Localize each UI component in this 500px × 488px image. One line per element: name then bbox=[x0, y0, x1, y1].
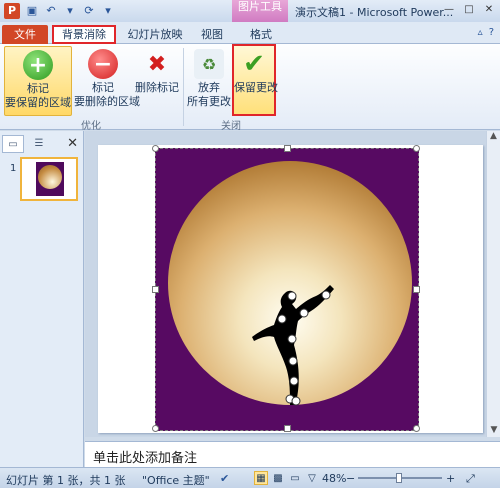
slides-tab-icon[interactable]: ▭ bbox=[2, 135, 24, 153]
outline-tab-icon[interactable]: ☰ bbox=[28, 135, 50, 153]
status-bar: 幻灯片 第 1 张，共 1 张 "Office 主题" ✔ ▦ ▩ ▭ ▽ 48… bbox=[0, 467, 500, 488]
zoom-slider[interactable] bbox=[358, 473, 442, 483]
picture-with-background-removal[interactable] bbox=[152, 145, 420, 432]
resize-handle-nw[interactable] bbox=[152, 145, 159, 152]
customize-qat-icon[interactable]: ▾ bbox=[100, 4, 116, 18]
eraser-x-icon: ✖ bbox=[147, 51, 167, 77]
slide-count-status: 幻灯片 第 1 张，共 1 张 bbox=[6, 474, 126, 487]
slide[interactable] bbox=[98, 145, 483, 433]
resize-handle-e[interactable] bbox=[413, 286, 420, 293]
view-buttons: ▦ ▩ ▭ ▽ bbox=[254, 471, 319, 485]
fit-to-window-icon[interactable]: ⤢ bbox=[466, 472, 475, 486]
close-panel-icon[interactable]: ✕ bbox=[67, 136, 78, 151]
mark-remove-label-2: 要删除的区域 bbox=[74, 95, 140, 108]
ribbon: + 标记 要保留的区域 − 标记 要删除的区域 ✖ 删除标记 ♻ 放弃 所有更改… bbox=[0, 44, 500, 132]
slide-thumbnail[interactable] bbox=[20, 157, 78, 201]
resize-handle-s[interactable] bbox=[284, 425, 291, 432]
keep-changes-button[interactable]: ✔ 保留更改 bbox=[232, 44, 278, 116]
undo-icon[interactable]: ↶ bbox=[43, 4, 59, 18]
mark-remove-button[interactable]: − 标记 要删除的区域 bbox=[74, 46, 140, 116]
dancer-silhouette bbox=[252, 285, 334, 406]
delete-mark-button[interactable]: ✖ 删除标记 bbox=[134, 46, 180, 116]
picture-tools-label: 图片工具 bbox=[232, 0, 288, 22]
discard-changes-button[interactable]: ♻ 放弃 所有更改 bbox=[186, 46, 232, 116]
ribbon-tabs: 文件 背景消除 幻灯片放映 视图 格式 ▵ ? bbox=[0, 22, 500, 44]
spellcheck-icon[interactable]: ✔ bbox=[220, 472, 229, 485]
tab-format[interactable]: 格式 bbox=[236, 25, 286, 44]
window-title: 演示文稿1 - Microsoft Power... bbox=[295, 6, 454, 19]
undo-dropdown-icon[interactable]: ▾ bbox=[62, 4, 78, 18]
mark-keep-label-2: 要保留的区域 bbox=[5, 96, 71, 109]
group-label-close: 关闭 bbox=[221, 121, 241, 132]
redo-icon[interactable]: ⟳ bbox=[81, 4, 97, 18]
zoom-out-icon[interactable]: − bbox=[346, 472, 355, 485]
maximize-icon[interactable]: □ bbox=[462, 4, 476, 16]
slide-sorter-icon[interactable]: ▩ bbox=[271, 471, 285, 485]
tab-slideshow[interactable]: 幻灯片放映 bbox=[122, 25, 188, 44]
zoom-slider-knob[interactable] bbox=[396, 473, 402, 483]
resize-handle-se[interactable] bbox=[413, 425, 420, 432]
zoom-in-icon[interactable]: + bbox=[446, 472, 455, 485]
help-icon[interactable]: ? bbox=[489, 27, 494, 38]
slides-panel: ▭ ☰ ✕ 1 bbox=[0, 131, 84, 467]
mark-keep-button[interactable]: + 标记 要保留的区域 bbox=[4, 46, 72, 116]
checkmark-icon: ✔ bbox=[243, 49, 265, 79]
ribbon-right-controls: ▵ ? bbox=[478, 27, 494, 38]
scroll-up-icon[interactable]: ▲ bbox=[487, 131, 500, 141]
scroll-down-icon[interactable]: ▼ bbox=[487, 425, 500, 435]
resize-handle-sw[interactable] bbox=[152, 425, 159, 432]
recycle-bin-icon: ♻ bbox=[194, 49, 224, 79]
close-icon[interactable]: ✕ bbox=[482, 4, 496, 16]
plus-icon: + bbox=[23, 50, 53, 80]
thumbnail-picture bbox=[36, 162, 64, 196]
minus-icon: − bbox=[88, 49, 118, 79]
resize-handle-w[interactable] bbox=[152, 286, 159, 293]
quick-access-toolbar: ▣ ↶ ▾ ⟳ ▾ bbox=[24, 4, 116, 18]
window-controls: — □ ✕ bbox=[442, 4, 496, 16]
tab-file[interactable]: 文件 bbox=[2, 25, 48, 44]
reading-view-icon[interactable]: ▭ bbox=[288, 471, 302, 485]
minimize-icon[interactable]: — bbox=[442, 4, 456, 16]
delete-mark-label: 删除标记 bbox=[135, 81, 179, 94]
slide-canvas: ▲ ▼ bbox=[85, 131, 500, 437]
notes-field[interactable]: 单击此处添加备注 bbox=[85, 441, 500, 467]
normal-view-icon[interactable]: ▦ bbox=[254, 471, 268, 485]
group-label-refine: 优化 bbox=[81, 121, 101, 132]
slideshow-view-icon[interactable]: ▽ bbox=[305, 471, 319, 485]
discard-label-2: 所有更改 bbox=[187, 95, 231, 108]
group-separator bbox=[183, 48, 184, 126]
slide-number: 1 bbox=[10, 163, 17, 174]
vertical-scrollbar[interactable]: ▲ ▼ bbox=[486, 131, 500, 437]
mark-keep-label-1: 标记 bbox=[27, 82, 49, 95]
tab-view[interactable]: 视图 bbox=[192, 25, 232, 44]
resize-handle-ne[interactable] bbox=[413, 145, 420, 152]
mark-remove-label-1: 标记 bbox=[92, 81, 114, 94]
powerpoint-app-icon[interactable]: P bbox=[4, 3, 20, 19]
zoom-level[interactable]: 48% bbox=[322, 472, 346, 485]
minimize-ribbon-icon[interactable]: ▵ bbox=[478, 27, 483, 38]
panel-tabs: ▭ ☰ ✕ bbox=[0, 135, 84, 153]
discard-label-1: 放弃 bbox=[198, 81, 220, 94]
keep-changes-label: 保留更改 bbox=[234, 81, 278, 94]
title-bar: P ▣ ↶ ▾ ⟳ ▾ 图片工具 演示文稿1 - Microsoft Power… bbox=[0, 0, 500, 22]
theme-status[interactable]: "Office 主题" bbox=[142, 472, 210, 488]
save-icon[interactable]: ▣ bbox=[24, 4, 40, 18]
thumbnail-moon bbox=[38, 165, 62, 189]
resize-handle-n[interactable] bbox=[284, 145, 291, 152]
tab-background-removal[interactable]: 背景消除 bbox=[52, 25, 116, 44]
